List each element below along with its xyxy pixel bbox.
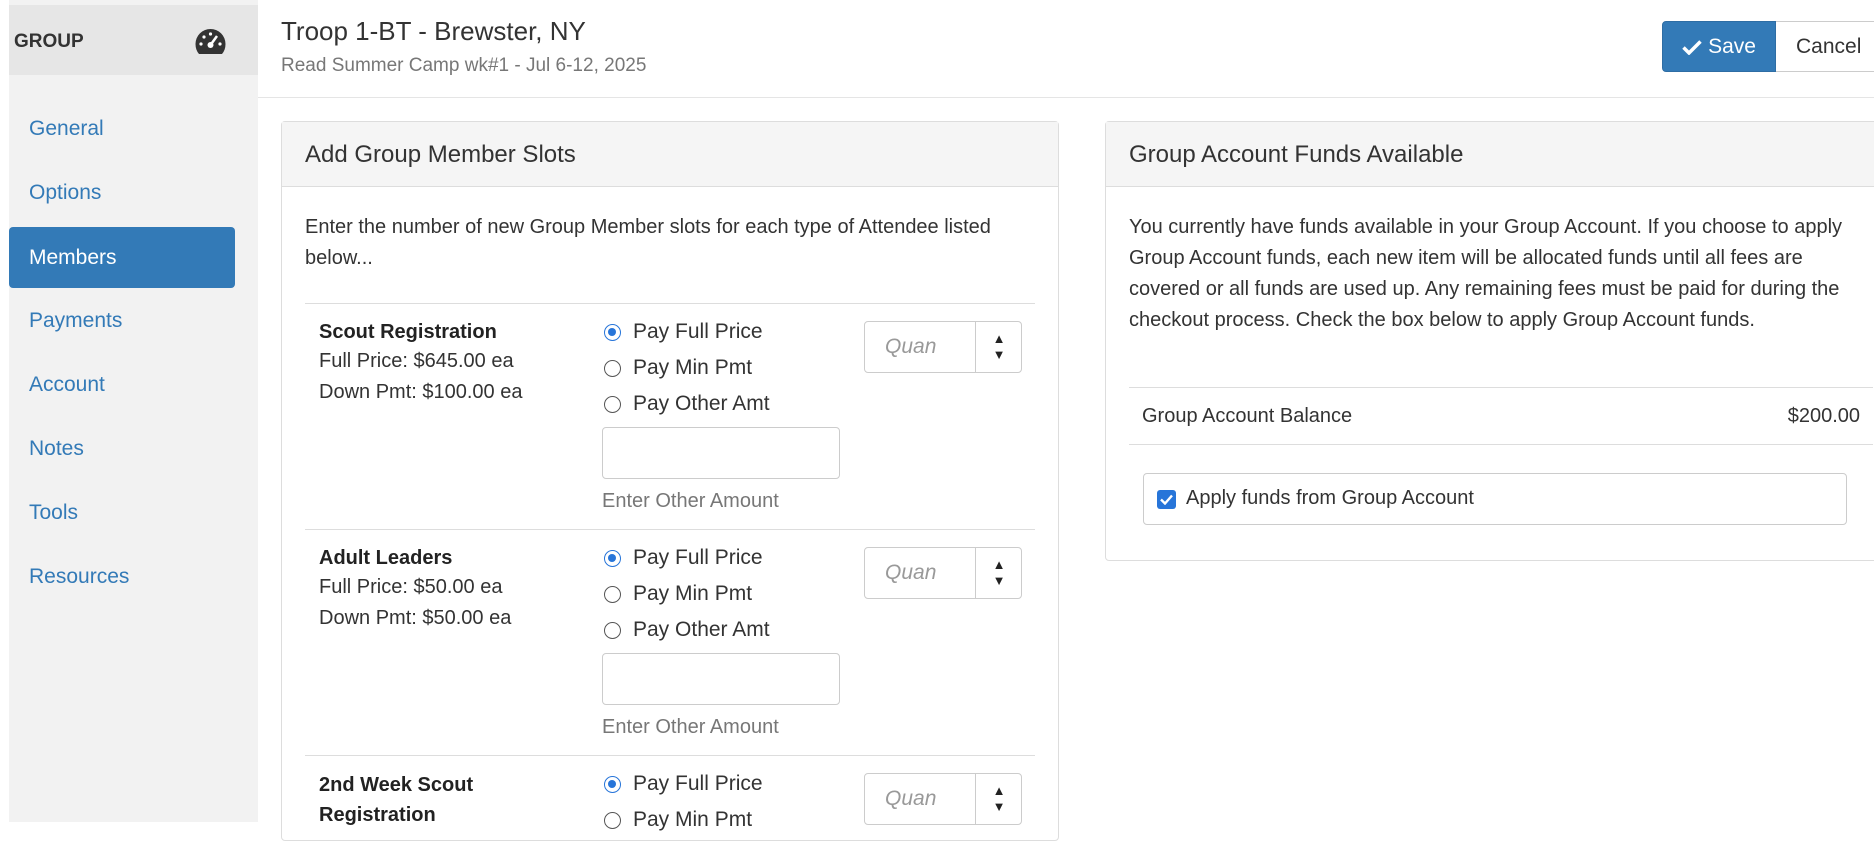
row-divider bbox=[305, 755, 1035, 756]
quantity-input[interactable]: Quan bbox=[865, 774, 975, 824]
item-name: 2nd Week Scout Registration bbox=[319, 774, 474, 826]
radio-button[interactable] bbox=[604, 621, 621, 639]
sidebar-item-payments[interactable]: Payments bbox=[9, 290, 235, 351]
quantity-stepper[interactable]: Quan ▲ ▼ bbox=[864, 773, 1022, 825]
radio-label: Pay Min Pmt bbox=[633, 356, 753, 379]
sidebar-item-resources[interactable]: Resources bbox=[9, 546, 235, 607]
sidebar-item-notes[interactable]: Notes bbox=[9, 418, 235, 479]
funds-description: You currently have funds available in yo… bbox=[1129, 216, 1843, 331]
row-divider bbox=[305, 529, 1035, 530]
spinner[interactable]: ▲ ▼ bbox=[975, 774, 1022, 824]
other-amount-help: Enter Other Amount bbox=[602, 716, 779, 738]
panel-heading: Add Group Member Slots bbox=[282, 122, 1058, 187]
radio-label: Pay Other Amt bbox=[633, 618, 770, 641]
other-amount-input[interactable] bbox=[602, 653, 840, 705]
header-divider bbox=[258, 97, 1874, 98]
radio-label: Pay Min Pmt bbox=[633, 808, 753, 831]
item-name: Adult Leaders bbox=[319, 547, 453, 569]
radio-button[interactable] bbox=[604, 775, 621, 793]
spin-down-icon[interactable]: ▼ bbox=[993, 347, 1006, 363]
item-down-payment: Down Pmt: $50.00 ea bbox=[319, 607, 512, 629]
radio-label: Pay Min Pmt bbox=[633, 582, 753, 605]
other-amount-help: Enter Other Amount bbox=[602, 490, 779, 512]
sidebar: GROUP General Options Members Payments A… bbox=[9, 0, 258, 822]
spin-up-icon[interactable]: ▲ bbox=[993, 557, 1006, 573]
row-divider bbox=[305, 303, 1035, 304]
item-down-payment: Down Pmt: $100.00 ea bbox=[319, 381, 523, 403]
spin-up-icon[interactable]: ▲ bbox=[993, 783, 1006, 799]
spin-up-icon[interactable]: ▲ bbox=[993, 331, 1006, 347]
radio-label: Pay Full Price bbox=[633, 546, 763, 569]
apply-funds-option[interactable]: Apply funds from Group Account bbox=[1143, 473, 1847, 525]
cancel-button[interactable]: Cancel bbox=[1776, 21, 1874, 72]
dashboard-icon[interactable] bbox=[194, 27, 227, 55]
sidebar-item-members[interactable]: Members bbox=[9, 227, 235, 288]
group-account-funds-panel: Group Account Funds Available You curren… bbox=[1105, 121, 1874, 561]
save-button[interactable]: Save bbox=[1662, 21, 1776, 72]
quantity-stepper[interactable]: Quan ▲ ▼ bbox=[864, 547, 1022, 599]
sidebar-item-options[interactable]: Options bbox=[9, 162, 235, 223]
panel-heading: Group Account Funds Available bbox=[1106, 122, 1874, 187]
radio-pay-other-amt[interactable]: Pay Other Amt bbox=[604, 392, 770, 416]
radio-pay-full-price[interactable]: Pay Full Price bbox=[604, 546, 763, 570]
radio-pay-min-pmt[interactable]: Pay Min Pmt bbox=[604, 356, 752, 380]
balance-label: Group Account Balance bbox=[1142, 405, 1353, 427]
sidebar-title: GROUP bbox=[14, 31, 84, 52]
apply-funds-label: Apply funds from Group Account bbox=[1186, 487, 1474, 509]
item-full-price: Full Price: $645.00 ea bbox=[319, 350, 514, 372]
other-amount-input[interactable] bbox=[602, 427, 840, 479]
radio-button[interactable] bbox=[604, 359, 621, 377]
checkmark-icon bbox=[1682, 39, 1702, 55]
save-button-label: Save bbox=[1708, 34, 1756, 58]
radio-button[interactable] bbox=[604, 585, 621, 603]
radio-pay-full-price[interactable]: Pay Full Price bbox=[604, 772, 763, 796]
radio-button[interactable] bbox=[604, 395, 621, 413]
quantity-stepper[interactable]: Quan ▲ ▼ bbox=[864, 321, 1022, 373]
radio-button[interactable] bbox=[604, 811, 621, 829]
radio-pay-other-amt[interactable]: Pay Other Amt bbox=[604, 618, 770, 642]
apply-funds-checkbox[interactable] bbox=[1157, 490, 1176, 509]
sidebar-item-tools[interactable]: Tools bbox=[9, 482, 235, 543]
sidebar-header: GROUP bbox=[9, 5, 258, 75]
balance-value: $200.00 bbox=[1787, 405, 1860, 427]
slots-intro-text: Enter the number of new Group Member slo… bbox=[305, 216, 991, 269]
spin-down-icon[interactable]: ▼ bbox=[993, 573, 1006, 589]
quantity-input[interactable]: Quan bbox=[865, 548, 975, 598]
radio-label: Pay Other Amt bbox=[633, 392, 770, 415]
radio-label: Pay Full Price bbox=[633, 320, 763, 343]
balance-row: Group Account Balance $200.00 bbox=[1129, 387, 1873, 445]
radio-pay-full-price[interactable]: Pay Full Price bbox=[604, 320, 763, 344]
radio-pay-min-pmt[interactable]: Pay Min Pmt bbox=[604, 582, 752, 606]
add-member-slots-panel: Add Group Member Slots Enter the number … bbox=[281, 121, 1059, 841]
spinner[interactable]: ▲ ▼ bbox=[975, 548, 1022, 598]
quantity-input[interactable]: Quan bbox=[865, 322, 975, 372]
item-full-price: Full Price: $50.00 ea bbox=[319, 576, 503, 598]
sidebar-item-account[interactable]: Account bbox=[9, 354, 235, 415]
page-subtitle: Read Summer Camp wk#1 - Jul 6-12, 2025 bbox=[281, 55, 647, 76]
radio-button[interactable] bbox=[604, 323, 621, 341]
radio-label: Pay Full Price bbox=[633, 772, 763, 795]
item-name: Scout Registration bbox=[319, 321, 497, 343]
radio-pay-min-pmt[interactable]: Pay Min Pmt bbox=[604, 808, 752, 832]
spin-down-icon[interactable]: ▼ bbox=[993, 799, 1006, 815]
spinner[interactable]: ▲ ▼ bbox=[975, 322, 1022, 372]
radio-button[interactable] bbox=[604, 549, 621, 567]
sidebar-item-general[interactable]: General bbox=[9, 98, 235, 159]
checkmark-icon bbox=[1160, 494, 1173, 505]
page-title: Troop 1-BT - Brewster, NY bbox=[281, 16, 586, 46]
